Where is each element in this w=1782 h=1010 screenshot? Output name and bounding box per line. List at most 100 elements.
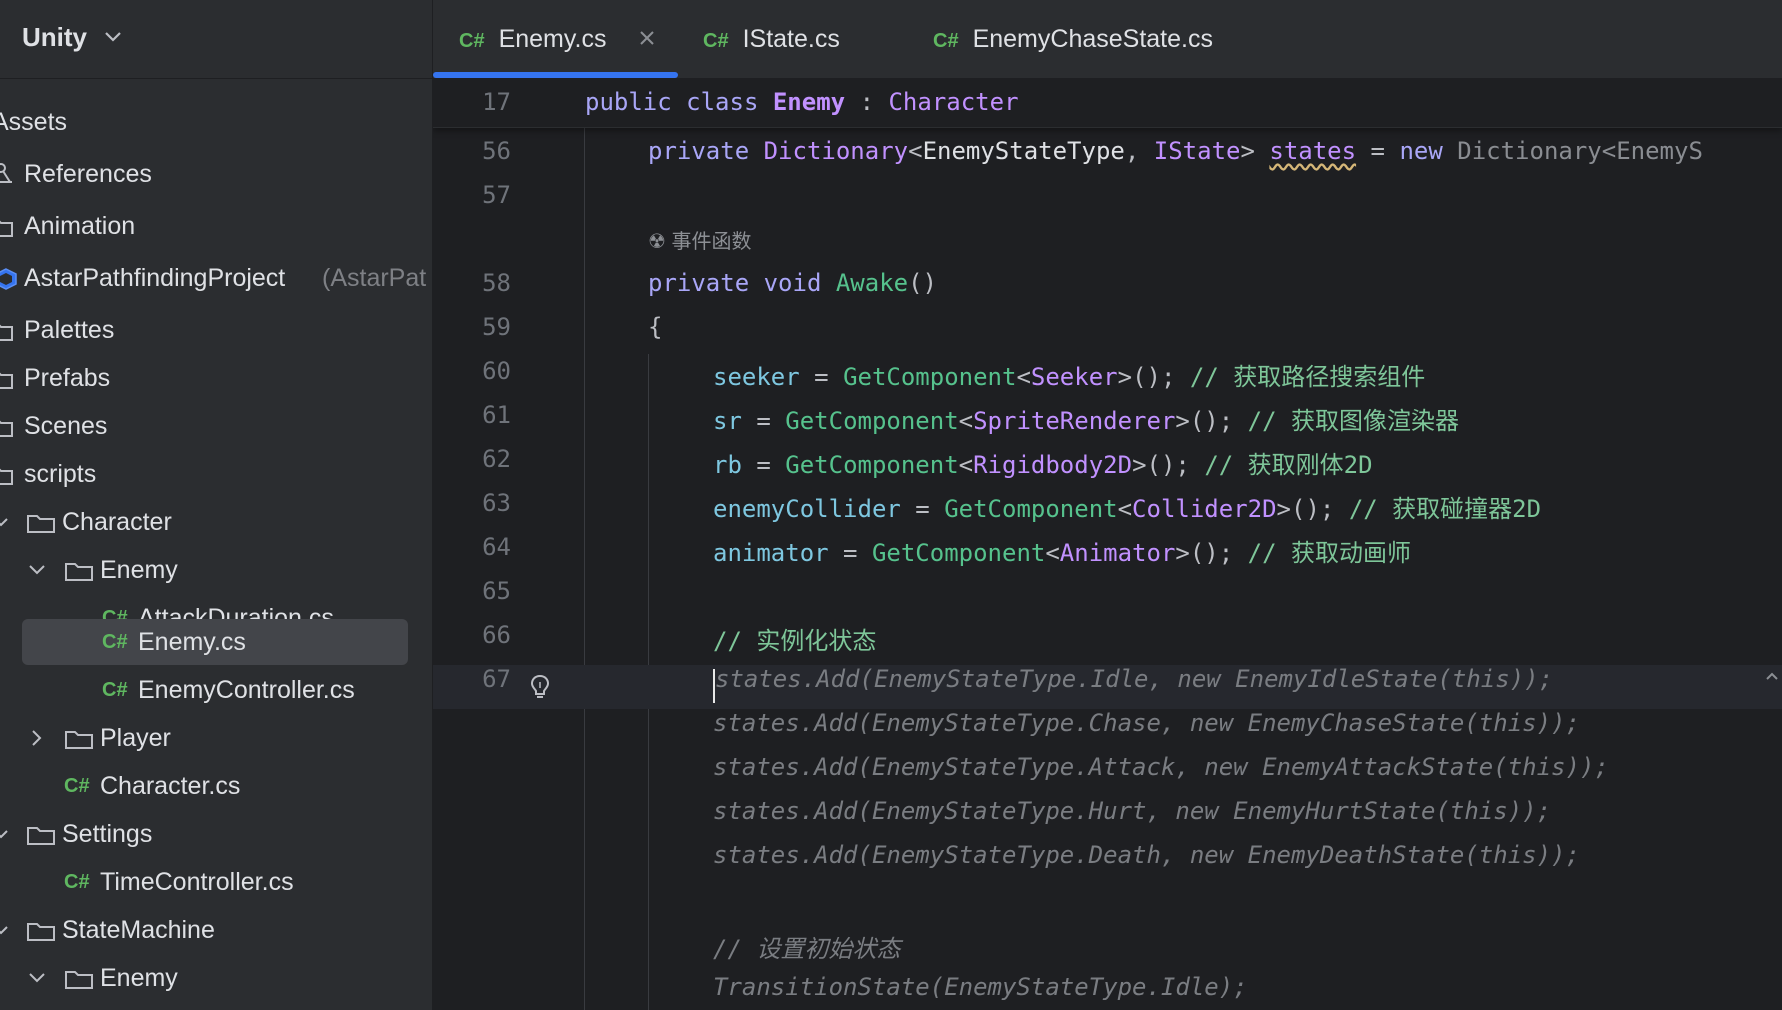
csharp-file-icon: C# [102,631,128,653]
folder-icon [0,468,13,485]
tab-enemychasestate-cs[interactable]: C# EnemyChaseState.cs [933,0,1213,78]
close-icon[interactable] [639,30,655,46]
tree-item-prefabs[interactable]: Prefabs [0,354,432,402]
tree-item-assets[interactable]: Assets [0,98,432,146]
folder-icon [0,420,13,437]
line-number: 61 [482,401,511,429]
tree-item-label: scripts [24,460,97,488]
inline-completion[interactable]: states.Add(EnemyStateType.Hurt, new Enem… [713,797,1551,825]
tab-label: Enemy.cs [498,25,607,53]
tree-item-label: Prefabs [24,364,111,392]
csharp-file-icon: C# [703,30,729,52]
chevron-down-icon[interactable] [0,515,8,529]
sticky-code: public class Enemy : Character [585,88,1019,116]
tree-item-enemy-cs[interactable]: C# Enemy.cs [0,618,432,666]
tree-item-settings-folder[interactable]: Settings [0,810,432,858]
tree-item-label: StateMachine [62,916,215,944]
line-number: 67 [482,665,511,693]
folder-icon [65,563,93,581]
tree-item-label: Enemy [100,556,178,584]
code-editor: C# Enemy.cs C# IState.cs C# EnemyChaseState… [433,0,1782,1010]
folder-icon [0,220,13,237]
tree-item-enemy-folder[interactable]: Enemy [0,546,432,594]
tree-item-label: Scenes [24,412,108,440]
code-line: rb = GetComponent<Rigidbody2D>(); // 获取刚… [713,451,1373,479]
code-line: private void Awake() [648,269,938,297]
inline-completion[interactable]: states.Add(EnemyStateType.Attack, new En… [713,753,1609,781]
tree-item-statemachine-folder[interactable]: StateMachine [0,906,432,954]
inline-completion[interactable]: states.Add(EnemyStateType.Idle, new Enem… [715,665,1553,693]
line-number: 56 [482,137,511,165]
chevron-up-icon[interactable] [1765,671,1779,681]
code-area[interactable]: 17 public class Enemy : Character 56 pri… [433,79,1782,1010]
csharp-file-icon: C# [933,30,959,52]
project-title[interactable]: Unity [22,22,87,53]
code-line: sr = GetComponent<SpriteRenderer>(); // … [713,407,1460,435]
chevron-down-icon[interactable] [28,971,46,985]
chevron-right-icon[interactable] [30,729,44,747]
line-number: 63 [482,489,511,517]
folder-icon [27,827,55,845]
tree-item-label: Animation [24,212,136,240]
tree-item-label: TimeController.cs [100,868,294,896]
tree-item-label: Enemy.cs [138,628,246,656]
csharp-file-icon: C# [64,775,90,797]
chevron-down-icon[interactable] [0,827,8,841]
line-number: 58 [482,269,511,297]
tree-item-label: Player [100,724,171,752]
tree-item-animation[interactable]: Animation [0,202,432,250]
line-number: 64 [482,533,511,561]
lightbulb-icon[interactable] [529,673,551,701]
code-line: private Dictionary<EnemyStateType, IStat… [648,137,1703,165]
references-icon [0,163,12,183]
line-number: 66 [482,621,511,649]
csharp-file-icon: C# [64,871,90,893]
indent-guide [584,127,585,1010]
code-line: animator = GetComponent<Animator>(); // … [713,539,1412,567]
active-tab-indicator [433,72,678,78]
line-number: 65 [482,577,511,605]
tree-item-label: Enemy [100,964,178,992]
inline-completion[interactable]: // 设置初始状态 [713,929,900,964]
tree-item-extra: (AstarPat [322,264,427,292]
tree-item-timecontroller[interactable]: C# TimeController.cs [0,858,432,906]
tree-item-scenes[interactable]: Scenes [0,402,432,450]
code-line: seeker = GetComponent<Seeker>(); // 获取路径… [713,363,1426,391]
sticky-header[interactable]: 17 public class Enemy : Character [433,79,1782,128]
project-header[interactable]: Unity [0,0,432,79]
tree-item-character-cs[interactable]: C# Character.cs [0,762,432,810]
tree-item-palettes[interactable]: Palettes [0,306,432,354]
csharp-file-icon: C# [459,30,485,52]
unity-event-icon: ☢ [648,231,666,253]
tree-item-label: Character [62,508,172,536]
editor-tabs: C# Enemy.cs C# IState.cs C# EnemyChaseState… [433,0,1782,79]
inlay-hint[interactable]: ☢ 事件函数 [648,225,752,254]
chevron-down-icon[interactable] [104,30,122,44]
tree-item-references[interactable]: References [0,150,432,198]
line-number: 59 [482,313,511,341]
chevron-down-icon[interactable] [0,923,8,937]
tree-item-statemachine-enemy-folder[interactable]: Enemy [0,954,432,1002]
tree-item-label: EnemyController.cs [138,676,355,704]
tree-item-scripts[interactable]: scripts [0,450,432,498]
tree-item-character-folder[interactable]: Character [0,498,432,546]
folder-icon [65,731,93,749]
tab-istate-cs[interactable]: C# IState.cs [703,0,840,78]
tree-item-label: Character.cs [100,772,241,800]
folder-icon [0,324,13,341]
inline-completion[interactable]: states.Add(EnemyStateType.Death, new Ene… [713,841,1580,869]
tree-item-label: Assets [0,108,68,136]
code-comment: // 实例化状态 [713,627,877,655]
tab-label: IState.cs [742,25,840,53]
folder-icon [27,515,55,533]
chevron-down-icon[interactable] [28,563,46,577]
tree-item-player-folder[interactable]: Player [0,714,432,762]
folder-icon [65,971,93,989]
inline-completion[interactable]: TransitionState(EnemyStateType.Idle); [713,973,1248,1001]
inline-completion[interactable]: states.Add(EnemyStateType.Chase, new Ene… [713,709,1580,737]
line-number: 62 [482,445,511,473]
code-line: { [648,313,663,341]
tab-enemy-cs[interactable]: C# Enemy.cs [459,0,606,78]
tree-item-astar[interactable]: AstarPathfindingProject (AstarPat [0,254,432,302]
tree-item-enemycontroller[interactable]: C# EnemyController.cs [0,666,432,714]
